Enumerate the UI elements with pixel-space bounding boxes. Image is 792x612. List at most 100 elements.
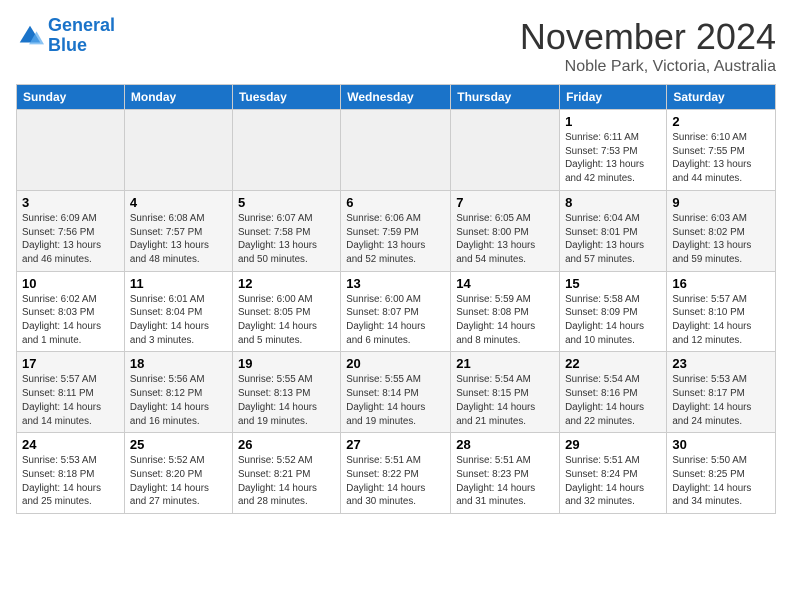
- day-info: Sunrise: 6:01 AM Sunset: 8:04 PM Dayligh…: [130, 293, 227, 348]
- col-header-thursday: Thursday: [451, 85, 560, 110]
- day-info: Sunrise: 6:07 AM Sunset: 7:58 PM Dayligh…: [238, 212, 335, 267]
- calendar-cell: 11 Sunrise: 6:01 AM Sunset: 8:04 PM Dayli…: [124, 271, 232, 352]
- day-number: 24: [22, 437, 119, 452]
- calendar-cell: 9Sunrise: 6:03 AM Sunset: 8:02 PM Daylig…: [667, 190, 776, 271]
- col-header-saturday: Saturday: [667, 85, 776, 110]
- day-info: Sunrise: 5:56 AM Sunset: 8:12 PM Dayligh…: [130, 373, 227, 428]
- day-number: 7: [456, 195, 554, 210]
- day-info: Sunrise: 5:54 AM Sunset: 8:15 PM Dayligh…: [456, 373, 554, 428]
- calendar-row: 17 Sunrise: 5:57 AM Sunset: 8:11 PM Dayli…: [17, 352, 776, 433]
- day-number: 1: [565, 114, 661, 129]
- calendar-cell: 21 Sunrise: 5:54 AM Sunset: 8:15 PM Dayli…: [451, 352, 560, 433]
- day-number: 28: [456, 437, 554, 452]
- page-header: General Blue November 2024 Noble Park, V…: [16, 16, 776, 76]
- day-info: Sunrise: 6:00 AM Sunset: 8:05 PM Dayligh…: [238, 293, 335, 348]
- calendar-cell: 19 Sunrise: 5:55 AM Sunset: 8:13 PM Dayli…: [232, 352, 340, 433]
- calendar-cell: 26Sunrise: 5:52 AM Sunset: 8:21 PM Dayli…: [232, 433, 340, 514]
- calendar-cell: 13 Sunrise: 6:00 AM Sunset: 8:07 PM Dayli…: [341, 271, 451, 352]
- calendar-cell: 3 Sunrise: 6:09 AM Sunset: 7:56 PM Daylig…: [17, 190, 125, 271]
- day-number: 16: [672, 276, 770, 291]
- day-info: Sunrise: 5:54 AM Sunset: 8:16 PM Dayligh…: [565, 373, 661, 428]
- day-number: 13: [346, 276, 445, 291]
- calendar-table: SundayMondayTuesdayWednesdayThursdayFrid…: [16, 84, 776, 514]
- calendar-row: 3 Sunrise: 6:09 AM Sunset: 7:56 PM Daylig…: [17, 190, 776, 271]
- calendar-row: 10 Sunrise: 6:02 AM Sunset: 8:03 PM Dayli…: [17, 271, 776, 352]
- calendar-cell: 22Sunrise: 5:54 AM Sunset: 8:16 PM Dayli…: [560, 352, 667, 433]
- day-info: Sunrise: 5:51 AM Sunset: 8:23 PM Dayligh…: [456, 454, 554, 509]
- calendar-cell: 5 Sunrise: 6:07 AM Sunset: 7:58 PM Daylig…: [232, 190, 340, 271]
- calendar-cell: [451, 110, 560, 191]
- title-area: November 2024 Noble Park, Victoria, Aust…: [520, 16, 776, 76]
- location-subtitle: Noble Park, Victoria, Australia: [520, 58, 776, 76]
- day-number: 27: [346, 437, 445, 452]
- day-number: 8: [565, 195, 661, 210]
- calendar-cell: 17 Sunrise: 5:57 AM Sunset: 8:11 PM Dayli…: [17, 352, 125, 433]
- calendar-cell: [232, 110, 340, 191]
- day-number: 2: [672, 114, 770, 129]
- calendar-row: 24 Sunrise: 5:53 AM Sunset: 8:18 PM Dayli…: [17, 433, 776, 514]
- day-number: 23: [672, 356, 770, 371]
- day-info: Sunrise: 5:59 AM Sunset: 8:08 PM Dayligh…: [456, 293, 554, 348]
- day-number: 21: [456, 356, 554, 371]
- day-number: 17: [22, 356, 119, 371]
- day-info: Sunrise: 6:10 AM Sunset: 7:55 PM Dayligh…: [672, 131, 770, 186]
- day-info: Sunrise: 6:09 AM Sunset: 7:56 PM Dayligh…: [22, 212, 119, 267]
- calendar-body: 1 Sunrise: 6:11 AM Sunset: 7:53 PM Daylig…: [17, 110, 776, 514]
- calendar-cell: 14 Sunrise: 5:59 AM Sunset: 8:08 PM Dayli…: [451, 271, 560, 352]
- day-info: Sunrise: 6:05 AM Sunset: 8:00 PM Dayligh…: [456, 212, 554, 267]
- day-number: 29: [565, 437, 661, 452]
- month-title: November 2024: [520, 16, 776, 58]
- day-info: Sunrise: 5:53 AM Sunset: 8:18 PM Dayligh…: [22, 454, 119, 509]
- day-info: Sunrise: 5:51 AM Sunset: 8:22 PM Dayligh…: [346, 454, 445, 509]
- day-number: 4: [130, 195, 227, 210]
- day-number: 15: [565, 276, 661, 291]
- day-number: 12: [238, 276, 335, 291]
- logo-line2: Blue: [48, 35, 87, 55]
- calendar-cell: 16 Sunrise: 5:57 AM Sunset: 8:10 PM Dayli…: [667, 271, 776, 352]
- calendar-cell: 23Sunrise: 5:53 AM Sunset: 8:17 PM Dayli…: [667, 352, 776, 433]
- day-number: 25: [130, 437, 227, 452]
- day-info: Sunrise: 6:03 AM Sunset: 8:02 PM Dayligh…: [672, 212, 770, 267]
- calendar-cell: 25 Sunrise: 5:52 AM Sunset: 8:20 PM Dayli…: [124, 433, 232, 514]
- calendar-cell: 4 Sunrise: 6:08 AM Sunset: 7:57 PM Daylig…: [124, 190, 232, 271]
- calendar-cell: 8 Sunrise: 6:04 AM Sunset: 8:01 PM Daylig…: [560, 190, 667, 271]
- day-number: 10: [22, 276, 119, 291]
- calendar-cell: 24 Sunrise: 5:53 AM Sunset: 8:18 PM Dayli…: [17, 433, 125, 514]
- logo-icon: [16, 22, 44, 50]
- day-info: Sunrise: 6:08 AM Sunset: 7:57 PM Dayligh…: [130, 212, 227, 267]
- day-info: Sunrise: 5:57 AM Sunset: 8:11 PM Dayligh…: [22, 373, 119, 428]
- calendar-cell: 2 Sunrise: 6:10 AM Sunset: 7:55 PM Daylig…: [667, 110, 776, 191]
- logo-line1: General: [48, 15, 115, 35]
- day-info: Sunrise: 6:02 AM Sunset: 8:03 PM Dayligh…: [22, 293, 119, 348]
- col-header-monday: Monday: [124, 85, 232, 110]
- day-info: Sunrise: 5:57 AM Sunset: 8:10 PM Dayligh…: [672, 293, 770, 348]
- day-info: Sunrise: 5:55 AM Sunset: 8:13 PM Dayligh…: [238, 373, 335, 428]
- calendar-cell: [124, 110, 232, 191]
- day-number: 3: [22, 195, 119, 210]
- day-number: 11: [130, 276, 227, 291]
- col-header-sunday: Sunday: [17, 85, 125, 110]
- day-info: Sunrise: 6:04 AM Sunset: 8:01 PM Dayligh…: [565, 212, 661, 267]
- day-number: 20: [346, 356, 445, 371]
- calendar-cell: 18Sunrise: 5:56 AM Sunset: 8:12 PM Dayli…: [124, 352, 232, 433]
- calendar-cell: 15Sunrise: 5:58 AM Sunset: 8:09 PM Dayli…: [560, 271, 667, 352]
- calendar-cell: 7 Sunrise: 6:05 AM Sunset: 8:00 PM Daylig…: [451, 190, 560, 271]
- calendar-row: 1 Sunrise: 6:11 AM Sunset: 7:53 PM Daylig…: [17, 110, 776, 191]
- calendar-cell: 12 Sunrise: 6:00 AM Sunset: 8:05 PM Dayli…: [232, 271, 340, 352]
- calendar-cell: 28 Sunrise: 5:51 AM Sunset: 8:23 PM Dayli…: [451, 433, 560, 514]
- calendar-cell: [341, 110, 451, 191]
- day-info: Sunrise: 5:52 AM Sunset: 8:21 PM Dayligh…: [238, 454, 335, 509]
- day-number: 5: [238, 195, 335, 210]
- day-info: Sunrise: 6:00 AM Sunset: 8:07 PM Dayligh…: [346, 293, 445, 348]
- day-number: 19: [238, 356, 335, 371]
- col-header-wednesday: Wednesday: [341, 85, 451, 110]
- day-info: Sunrise: 5:52 AM Sunset: 8:20 PM Dayligh…: [130, 454, 227, 509]
- day-info: Sunrise: 5:55 AM Sunset: 8:14 PM Dayligh…: [346, 373, 445, 428]
- logo: General Blue: [16, 16, 115, 56]
- logo-text: General Blue: [48, 16, 115, 56]
- calendar-cell: 29Sunrise: 5:51 AM Sunset: 8:24 PM Dayli…: [560, 433, 667, 514]
- day-info: Sunrise: 6:11 AM Sunset: 7:53 PM Dayligh…: [565, 131, 661, 186]
- calendar-cell: 30Sunrise: 5:50 AM Sunset: 8:25 PM Dayli…: [667, 433, 776, 514]
- day-number: 30: [672, 437, 770, 452]
- day-number: 14: [456, 276, 554, 291]
